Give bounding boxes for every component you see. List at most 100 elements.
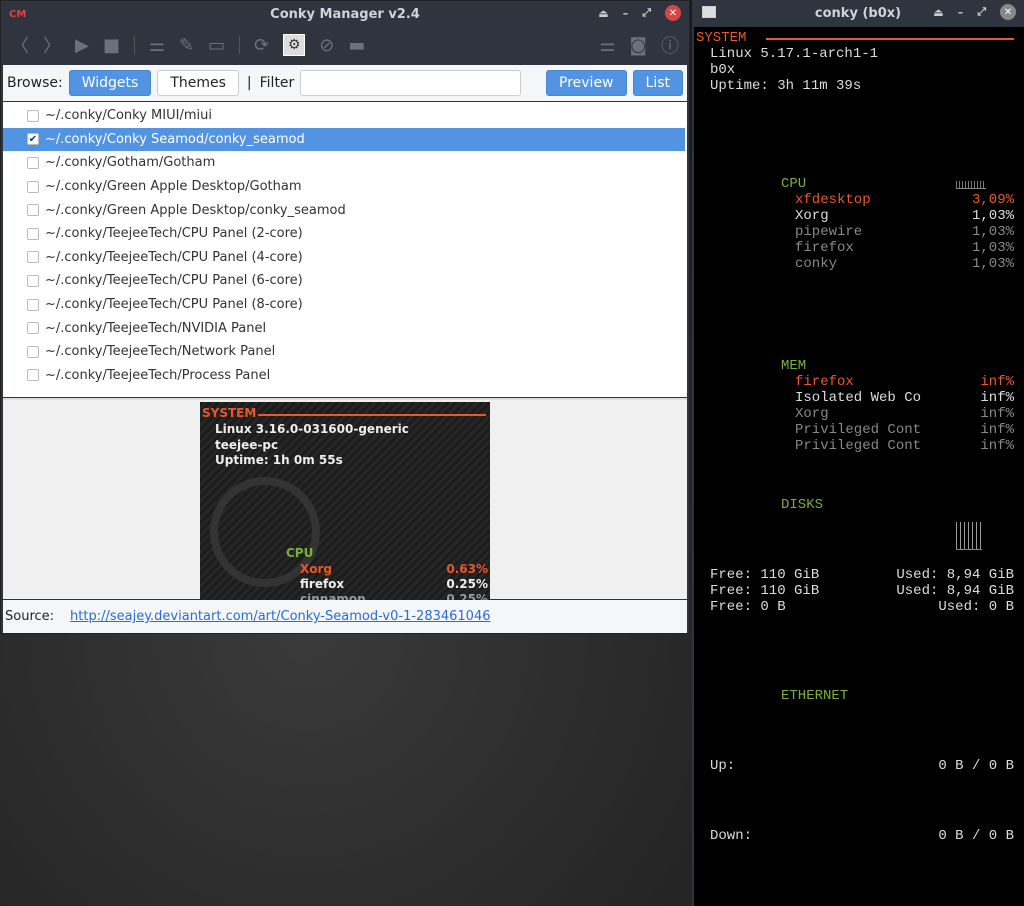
process-name: Xorg <box>795 208 829 224</box>
preview-uptime: Uptime: 1h 0m 55s <box>215 453 343 467</box>
shade-button[interactable]: ⏏ <box>598 7 608 20</box>
filter-input[interactable] <box>300 70 522 96</box>
screenshot-icon[interactable]: ◙ <box>630 35 647 56</box>
settings-sliders-icon[interactable]: ⚌ <box>149 35 165 56</box>
checkbox[interactable] <box>27 204 39 217</box>
folder-icon[interactable]: ▬ <box>348 35 365 56</box>
minimize-button[interactable]: – <box>623 7 629 20</box>
mem-header: MEM <box>781 358 807 374</box>
down-value: 0 B / 0 B <box>938 828 1014 844</box>
disk-graph <box>956 522 982 550</box>
list-item[interactable]: ~/.conky/TeejeeTech/CPU Panel (8-core) <box>3 293 687 317</box>
preview-kernel: Linux 3.16.0-031600-generic <box>215 422 409 436</box>
refresh-icon[interactable]: ⟳ <box>254 35 269 56</box>
divider: | <box>246 75 252 91</box>
separator <box>239 36 241 54</box>
process-value: 1,03% <box>971 208 1014 224</box>
process-name: firefox <box>795 240 854 256</box>
list-item-label: ~/.conky/Green Apple Desktop/Gotham <box>45 179 302 195</box>
checkbox[interactable] <box>27 227 39 240</box>
window-icon <box>702 6 716 18</box>
disk-free: Free: 110 GiB <box>710 567 820 583</box>
stop-icon[interactable]: ■ <box>103 35 120 56</box>
preview-settings-icon[interactable]: ⚙ <box>283 34 306 56</box>
process-name: Privileged Cont <box>795 422 922 438</box>
edit-icon[interactable]: ✎ <box>179 35 194 56</box>
list-item-label: ~/.conky/Green Apple Desktop/conky_seamo… <box>45 202 346 218</box>
process-value: 1,03% <box>971 240 1014 256</box>
disk-used: Used: 8,94 GiB <box>896 583 1014 599</box>
checkbox[interactable] <box>27 298 39 311</box>
back-icon[interactable]: 〈 <box>11 32 29 58</box>
process-value: inf% <box>980 422 1014 438</box>
process-value: 1,03% <box>971 256 1014 272</box>
play-icon[interactable]: ▶ <box>75 35 89 56</box>
themes-button[interactable]: Themes <box>157 70 239 96</box>
conky-window-title: conky (b0x) <box>814 5 902 21</box>
app-settings-icon[interactable]: ⚌ <box>599 35 615 56</box>
list-item[interactable]: ~/.conky/TeejeeTech/CPU Panel (6-core) <box>3 269 687 293</box>
list-item[interactable]: ~/.conky/Green Apple Desktop/Gotham <box>3 175 687 199</box>
open-folder-icon[interactable]: ▭ <box>208 35 225 56</box>
list-item[interactable]: ~/.conky/Conky MIUI/miui <box>3 104 687 128</box>
hostname: b0x <box>710 62 736 78</box>
conky-window: conky (b0x) ⏏ – ⤢ ✕ SYSTEM Linux 5.17.1-arc… <box>692 0 1024 906</box>
process-name: pipewire <box>795 224 863 240</box>
down-label: Down: <box>710 828 753 844</box>
list-item-label: ~/.conky/TeejeeTech/Network Panel <box>45 344 276 360</box>
preview-proc-val: 0.25% <box>446 577 488 591</box>
process-value: inf% <box>980 390 1014 406</box>
preview-proc-val: 0.63% <box>446 562 488 576</box>
disk-free: Free: 110 GiB <box>710 583 820 599</box>
separator <box>133 36 135 54</box>
checkbox[interactable] <box>27 156 39 169</box>
checkbox[interactable] <box>27 369 39 382</box>
checkbox[interactable] <box>27 251 39 264</box>
source-link[interactable]: http://seajey.deviantart.com/art/Conky-S… <box>70 609 490 624</box>
widgets-button[interactable]: Widgets <box>68 70 152 96</box>
forward-icon[interactable]: 〉 <box>43 32 61 58</box>
info-icon[interactable]: ⓘ <box>661 32 679 58</box>
kernel: Linux 5.17.1-arch1-1 <box>710 46 879 62</box>
process-name: firefox <box>795 374 854 390</box>
list-item-label: ~/.conky/TeejeeTech/NVIDIA Panel <box>45 320 267 336</box>
list-item[interactable]: ~/.conky/TeejeeTech/NVIDIA Panel <box>3 316 687 340</box>
checkbox[interactable] <box>27 109 39 122</box>
list-item[interactable]: ~/.conky/TeejeeTech/Process Panel <box>3 364 687 388</box>
browse-label: Browse: <box>7 75 63 91</box>
filter-label: Filter <box>259 75 295 91</box>
system-rule <box>766 38 1014 40</box>
checkbox[interactable] <box>27 322 39 335</box>
list-item[interactable]: ~/.conky/TeejeeTech/CPU Panel (4-core) <box>3 246 687 270</box>
conky-manager-window: CM Conky Manager v2.4 ⏏ – ⤢ ✕ 〈 〉 ▶ ■ ⚌ ✎ ▭… <box>0 0 690 634</box>
list-button[interactable]: List <box>632 70 683 96</box>
process-name: conky <box>795 256 838 272</box>
preview-cpu: CPU <box>286 546 314 560</box>
process-name: Xorg <box>795 406 829 422</box>
app-logo: CM <box>9 8 27 20</box>
list-item-label: ~/.conky/Gotham/Gotham <box>45 155 216 171</box>
list-item[interactable]: ~/.conky/Green Apple Desktop/conky_seamo… <box>3 198 687 222</box>
checkbox[interactable] <box>27 274 39 287</box>
source-label: Source: <box>5 609 55 624</box>
list-item[interactable]: ~/.conky/Gotham/Gotham <box>3 151 687 175</box>
maximize-button[interactable]: ⤢ <box>977 5 986 19</box>
minimize-button[interactable]: – <box>958 6 964 19</box>
preview-proc: firefox <box>300 577 345 591</box>
process-value: 1,03% <box>971 224 1014 240</box>
kill-icon[interactable]: ⊘ <box>319 35 334 56</box>
maximize-button[interactable]: ⤢ <box>642 6 651 20</box>
list-item[interactable]: ✔ ~/.conky/Conky Seamod/conky_seamod <box>3 127 685 152</box>
preview-button[interactable]: Preview <box>546 70 627 96</box>
checkbox[interactable]: ✔ <box>27 133 39 146</box>
process-value: 3,09% <box>971 192 1014 208</box>
checkbox[interactable] <box>27 345 39 358</box>
list-item[interactable]: ~/.conky/TeejeeTech/CPU Panel (2-core) <box>3 222 687 246</box>
process-name: Isolated Web Co <box>795 390 922 406</box>
list-item[interactable]: ~/.conky/TeejeeTech/Network Panel <box>3 340 687 364</box>
checkbox[interactable] <box>27 180 39 193</box>
close-button[interactable]: ✕ <box>665 5 681 21</box>
shade-button[interactable]: ⏏ <box>933 6 943 19</box>
widget-list: ~/.conky/Conky MIUI/miui ✔ ~/.conky/Conky … <box>3 102 687 397</box>
close-button[interactable]: ✕ <box>1000 4 1016 20</box>
